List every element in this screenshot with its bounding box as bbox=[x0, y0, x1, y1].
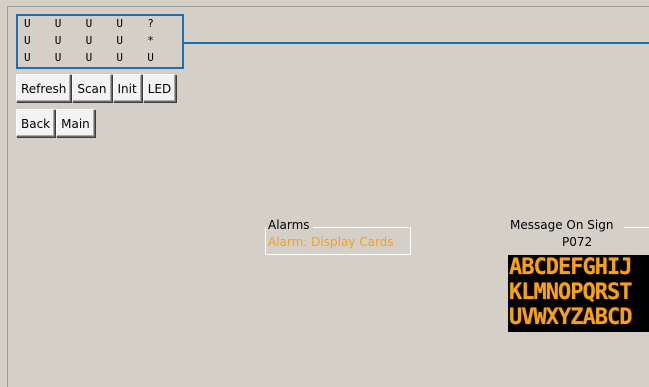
refresh-button[interactable]: Refresh bbox=[16, 74, 72, 102]
sign-id-label: P072 bbox=[562, 235, 593, 249]
status-cell: U bbox=[116, 51, 124, 64]
toolbar-row-2: Back Main bbox=[16, 109, 95, 137]
window-frame-left bbox=[7, 6, 8, 387]
status-cell: U bbox=[54, 34, 62, 47]
status-cell: U bbox=[85, 34, 93, 47]
alarms-group: Alarms Alarm: Display Cards bbox=[265, 218, 411, 256]
message-group-line bbox=[624, 227, 649, 228]
sign-line-3: UVWXYZABCD bbox=[509, 305, 632, 330]
led-button[interactable]: LED bbox=[142, 74, 177, 102]
module-status-grid: U U U U ? U U U U * U U U U U bbox=[16, 14, 184, 69]
alarms-title: Alarms bbox=[268, 218, 310, 232]
scan-button[interactable]: Scan bbox=[72, 74, 112, 102]
alarm-message: Alarm: Display Cards bbox=[268, 235, 394, 249]
init-button[interactable]: Init bbox=[112, 74, 142, 102]
window-frame-top bbox=[7, 6, 649, 7]
status-cell: U bbox=[116, 34, 124, 47]
status-cell: U bbox=[54, 17, 62, 30]
status-cell: U bbox=[85, 51, 93, 64]
sign-line-1: ABCDEFGHIJ bbox=[509, 255, 632, 280]
status-cell: U bbox=[147, 51, 154, 64]
sign-line-2: KLMNOPQRST bbox=[509, 280, 632, 305]
status-cell: U bbox=[24, 17, 31, 30]
status-cell: * bbox=[147, 34, 154, 47]
status-cell: U bbox=[24, 34, 31, 47]
sign-controller-window: U U U U ? U U U U * U U U U U Refresh Sc… bbox=[0, 0, 649, 387]
message-on-sign-title: Message On Sign bbox=[510, 218, 614, 232]
back-button[interactable]: Back bbox=[16, 109, 56, 137]
status-cell: U bbox=[24, 51, 31, 64]
main-button[interactable]: Main bbox=[56, 109, 95, 137]
status-cell: U bbox=[85, 17, 93, 30]
status-cell: U bbox=[116, 17, 124, 30]
status-connector-line bbox=[184, 42, 649, 44]
message-on-sign-group: Message On Sign P072 ABCDEFGHIJ KLMNOPQR… bbox=[506, 218, 649, 332]
toolbar-row-1: Refresh Scan Init LED bbox=[16, 74, 177, 102]
status-cell: U bbox=[54, 51, 62, 64]
status-cell: ? bbox=[147, 17, 154, 30]
alarms-group-line bbox=[313, 227, 409, 228]
led-sign-display: ABCDEFGHIJ KLMNOPQRST UVWXYZABCD bbox=[508, 255, 649, 332]
